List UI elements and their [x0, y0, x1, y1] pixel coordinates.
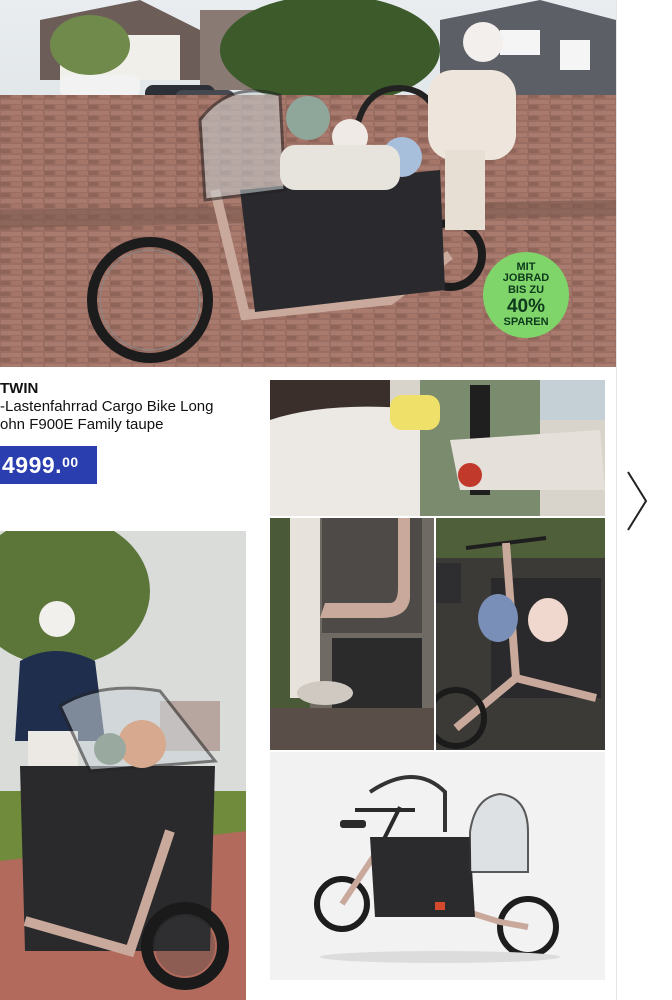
product-name[interactable]: -Lastenfahrrad Cargo Bike Long ohn F900E… [0, 398, 250, 434]
chevron-right-icon [627, 471, 648, 531]
studio-bike-illustration [270, 752, 605, 980]
product-brand[interactable]: TWIN [0, 380, 38, 397]
seat-box-photo-illustration [270, 518, 434, 750]
detail-image-harness[interactable] [270, 380, 605, 516]
rider-image[interactable] [0, 531, 246, 1000]
jobrad-promo-badge: MIT JOBRAD BIS ZU 40% SPAREN [483, 252, 569, 338]
harness-photo-illustration [270, 380, 605, 516]
badge-percent: 40% [506, 295, 546, 317]
badge-line5: SPAREN [503, 315, 549, 328]
detail-image-seat-box[interactable] [270, 518, 434, 750]
price-tag: 4999.00 [0, 446, 97, 484]
rider-photo-illustration [0, 531, 246, 1000]
product-name-line2: ohn F900E Family taupe [0, 416, 164, 433]
badge-line3: BIS ZU [507, 284, 545, 297]
detail-image-helmets[interactable] [436, 518, 605, 750]
next-image-button[interactable] [622, 468, 652, 534]
price-cents: 00 [62, 454, 79, 470]
price-main: 4999. [2, 452, 63, 478]
gallery-divider [616, 0, 617, 1000]
helmets-photo-illustration [436, 518, 605, 750]
product-studio-image[interactable] [270, 752, 605, 980]
product-name-line1: -Lastenfahrrad Cargo Bike Long [0, 398, 214, 415]
